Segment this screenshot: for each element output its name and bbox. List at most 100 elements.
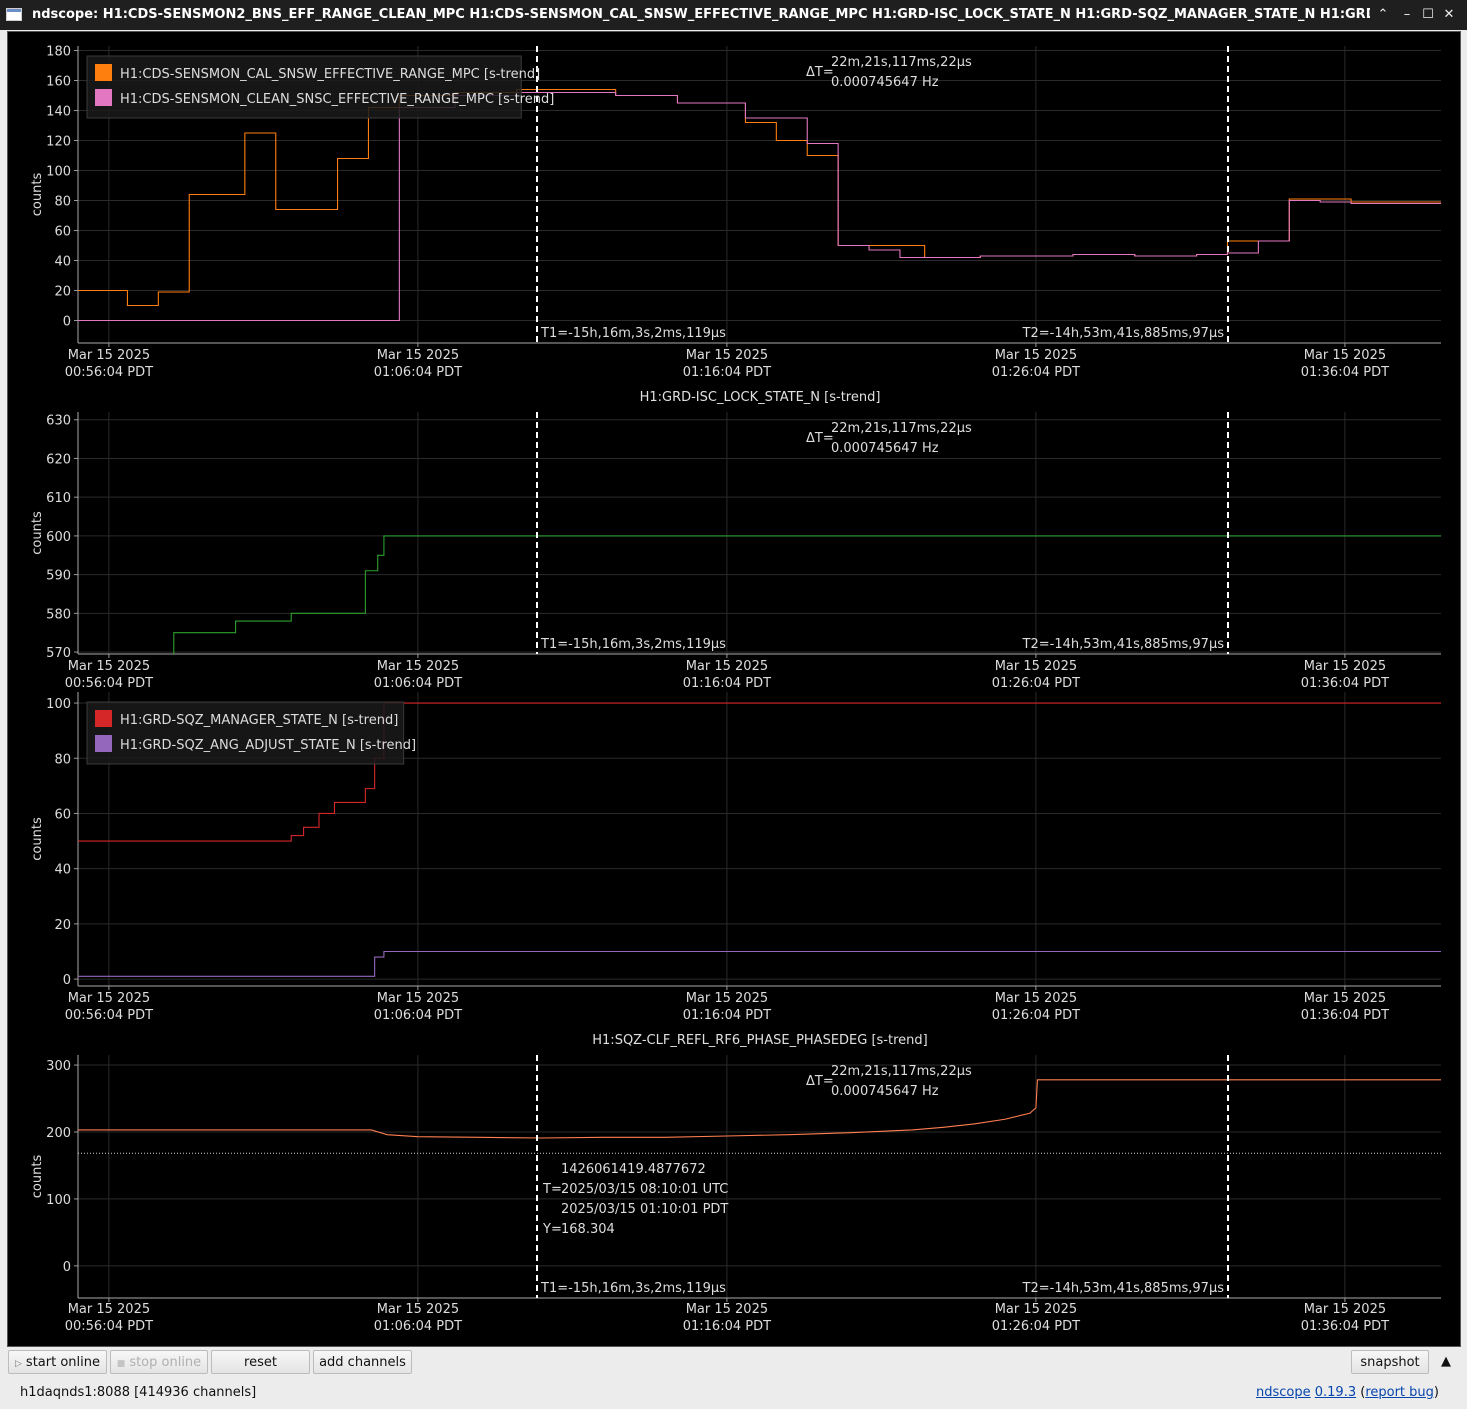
legend-entry: H1:CDS-SENSMON_CAL_SNSW_EFFECTIVE_RANGE_… xyxy=(120,67,540,82)
cursor-t2-label: T2=-14h,53m,41s,885ms,97µs xyxy=(1022,637,1225,652)
y-tick-label: 40 xyxy=(54,255,71,270)
x-tick-time: 01:36:04 PDT xyxy=(1301,365,1389,380)
x-tick-date: Mar 15 2025 xyxy=(686,991,768,1006)
reset-button[interactable]: reset xyxy=(211,1350,310,1374)
cursor-t2-label: T2=-14h,53m,41s,885ms,97µs xyxy=(1022,326,1225,341)
y-tick-label: 200 xyxy=(46,1126,71,1141)
delta-label: ΔT= xyxy=(806,431,834,446)
plot-title: H1:GRD-ISC_LOCK_STATE_N [s-trend] xyxy=(640,390,881,405)
cursor-t1-label: T1=-15h,16m,3s,2ms,119µs xyxy=(540,326,726,341)
legend-box xyxy=(86,701,405,765)
play-icon: ▷ xyxy=(15,1359,22,1369)
x-tick-date: Mar 15 2025 xyxy=(1304,659,1386,674)
x-tick-date: Mar 15 2025 xyxy=(377,348,459,363)
x-tick-date: Mar 15 2025 xyxy=(1304,991,1386,1006)
x-tick-date: Mar 15 2025 xyxy=(686,1302,768,1317)
close-button[interactable]: ✕ xyxy=(1440,6,1458,24)
series-line-1 xyxy=(78,88,1441,307)
maximize-button[interactable]: ☐ xyxy=(1419,6,1437,24)
readout-y-value: 168.304 xyxy=(561,1222,615,1237)
readout-y-label: Y= xyxy=(542,1222,562,1237)
legend-entry: H1:CDS-SENSMON_CLEAN_SNSC_EFFECTIVE_RANG… xyxy=(120,92,554,107)
version-info: ndscope 0.19.3 (report bug) xyxy=(1255,1385,1439,1400)
plot-area[interactable]: 0 20 40 60 80 100 120 140 160 180 counts Mar 15 202… xyxy=(7,31,1461,1347)
y-tick-label: 630 xyxy=(46,414,71,429)
start-online-label: start online xyxy=(25,1355,100,1370)
stop-icon: ■ xyxy=(116,1359,126,1369)
plot-panel-4: H1:SQZ-CLF_REFL_RF6_PHASE_PHASEDEG [s-tr… xyxy=(30,1033,1441,1334)
x-tick-date: Mar 15 2025 xyxy=(377,1302,459,1317)
readout-pdt: 2025/03/15 01:10:01 PDT xyxy=(561,1202,728,1217)
y-tick-label: 0 xyxy=(63,1260,71,1275)
x-tick-time: 01:36:04 PDT xyxy=(1301,1319,1389,1334)
y-tick-label: 100 xyxy=(46,697,71,712)
x-tick-date: Mar 15 2025 xyxy=(686,348,768,363)
y-tick-label: 590 xyxy=(46,569,71,584)
x-tick-date: Mar 15 2025 xyxy=(995,348,1077,363)
x-tick-time: 01:16:04 PDT xyxy=(683,1008,771,1023)
delta-f-value: 0.000745647 Hz xyxy=(831,1084,939,1099)
delta-label: ΔT= xyxy=(806,1074,834,1089)
x-tick-time: 00:56:04 PDT xyxy=(65,676,153,691)
series-group xyxy=(78,1079,1441,1154)
x-tick-time: 00:56:04 PDT xyxy=(65,365,153,380)
plot-panel-2: H1:GRD-ISC_LOCK_STATE_N [s-trend]5705805… xyxy=(30,390,1441,691)
delta-label: ΔT= xyxy=(806,65,834,80)
y-tick-label: 100 xyxy=(46,165,71,180)
y-tick-label: 80 xyxy=(54,752,71,767)
y-tick-label: 610 xyxy=(46,491,71,506)
x-tick-date: Mar 15 2025 xyxy=(68,348,150,363)
x-tick-time: 01:06:04 PDT xyxy=(374,365,462,380)
legend: H1:CDS-SENSMON_CAL_SNSW_EFFECTIVE_RANGE_… xyxy=(86,55,554,119)
legend-entry: H1:GRD-SQZ_MANAGER_STATE_N [s-trend] xyxy=(120,713,398,728)
y-tick-label: 580 xyxy=(46,607,71,622)
plots-canvas[interactable]: 0 20 40 60 80 100 120 140 160 180 counts Mar 15 202… xyxy=(8,32,1460,1346)
status-bar: h1daqnds1:8088 [414936 channels] ndscope… xyxy=(0,1380,1467,1409)
readout-t-label: T= xyxy=(542,1182,562,1197)
legend-swatch xyxy=(95,64,112,81)
x-tick-time: 01:06:04 PDT xyxy=(374,1319,462,1334)
start-online-button[interactable]: ▷ start online xyxy=(8,1350,107,1374)
series-line-2 xyxy=(78,91,1441,322)
plot-panel-1: 0 20 40 60 80 100 120 140 160 180 counts Mar 15 202… xyxy=(30,45,1441,380)
minimize-button[interactable]: – xyxy=(1398,6,1416,24)
add-channels-button[interactable]: add channels xyxy=(313,1350,412,1374)
x-tick-time: 01:26:04 PDT xyxy=(992,1008,1080,1023)
x-tick-time: 01:36:04 PDT xyxy=(1301,676,1389,691)
delta-t-value: 22m,21s,117ms,22µs xyxy=(831,1064,972,1079)
y-axis-label: counts xyxy=(30,173,45,217)
collapse-toggle-icon[interactable]: ▲ xyxy=(1434,1350,1458,1374)
x-tick-date: Mar 15 2025 xyxy=(1304,348,1386,363)
cursor-t1-label: T1=-15h,16m,3s,2ms,119µs xyxy=(540,637,726,652)
report-bug-link[interactable]: report bug xyxy=(1365,1385,1434,1400)
stop-online-label: stop online xyxy=(129,1355,202,1370)
y-axis-label: counts xyxy=(30,817,45,861)
cursor-t1-label: T1=-15h,16m,3s,2ms,119µs xyxy=(540,1281,726,1296)
x-tick-date: Mar 15 2025 xyxy=(68,1302,150,1317)
version-link[interactable]: 0.19.3 xyxy=(1315,1385,1356,1400)
x-tick-time: 01:26:04 PDT xyxy=(992,1319,1080,1334)
ndscope-link[interactable]: ndscope xyxy=(1256,1385,1311,1400)
y-axis-label: counts xyxy=(30,511,45,555)
snapshot-button[interactable]: snapshot xyxy=(1351,1350,1429,1374)
delta-t-value: 22m,21s,117ms,22µs xyxy=(831,55,972,70)
server-info: h1daqnds1:8088 [414936 channels] xyxy=(20,1385,257,1400)
keep-above-icon[interactable]: ⌃ xyxy=(1374,6,1392,24)
x-tick-time: 00:56:04 PDT xyxy=(65,1008,153,1023)
y-tick-label: 140 xyxy=(46,105,71,120)
delta-t-value: 22m,21s,117ms,22µs xyxy=(831,421,972,436)
y-tick-label: 60 xyxy=(54,807,71,822)
x-tick-date: Mar 15 2025 xyxy=(995,659,1077,674)
x-tick-time: 01:06:04 PDT xyxy=(374,676,462,691)
x-tick-time: 01:16:04 PDT xyxy=(683,1319,771,1334)
legend-swatch xyxy=(95,710,112,727)
y-tick-label: 0 xyxy=(63,315,71,330)
window-titlebar: ndscope: H1:CDS-SENSMON2_BNS_EFF_RANGE_C… xyxy=(0,0,1467,30)
series-line-1 xyxy=(78,1079,1441,1139)
x-tick-date: Mar 15 2025 xyxy=(68,659,150,674)
x-tick-time: 01:26:04 PDT xyxy=(992,365,1080,380)
legend-box xyxy=(86,55,522,119)
x-tick-time: 01:06:04 PDT xyxy=(374,1008,462,1023)
y-tick-label: 120 xyxy=(46,135,71,150)
legend-entry: H1:GRD-SQZ_ANG_ADJUST_STATE_N [s-trend] xyxy=(120,738,416,753)
